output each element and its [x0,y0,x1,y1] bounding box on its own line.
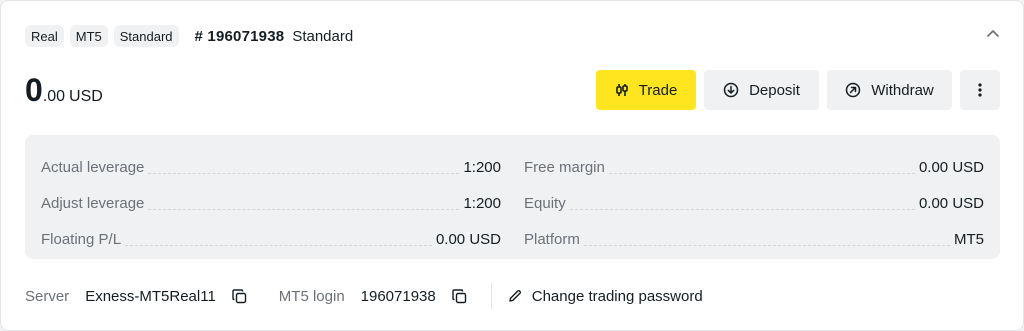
dotted-leader [583,244,950,246]
stat-adjust-leverage[interactable]: Adjust leverage 1:200 [41,185,501,221]
stat-equity: Equity 0.00 USD [524,185,984,221]
collapse-button[interactable] [981,21,1005,45]
more-vertical-icon [978,83,982,97]
more-options-button[interactable] [960,70,1000,110]
change-password-link[interactable]: Change trading password [508,288,703,305]
login-value: 196071938 [360,287,436,305]
stat-value: 0.00 USD [918,194,984,212]
account-stats-panel: Actual leverage 1:200 Adjust leverage 1:… [25,135,1000,259]
pencil-icon [508,289,522,303]
account-footer: Server Exness-MT5Real11 MT5 login 196071… [25,283,703,309]
stat-label: Actual leverage [41,158,145,176]
login-label: MT5 login [278,287,345,305]
dotted-leader [569,208,915,210]
stats-column-right: Free margin 0.00 USD Equity 0.00 USD Pla… [524,149,984,257]
footer-divider [490,283,492,309]
deposit-button[interactable]: Deposit [704,70,819,110]
stat-label: Platform [524,230,580,248]
account-actions: Trade Deposit Withdraw [596,70,1000,110]
dotted-leader [608,172,915,174]
copy-server-button[interactable] [232,288,247,304]
trade-button-label: Trade [638,81,678,99]
candlestick-icon [615,83,629,97]
stat-label: Free margin [524,158,605,176]
balance-integer: 0 [25,72,43,108]
copy-icon [232,288,246,303]
stat-label: Equity [524,194,566,212]
stats-column-left: Actual leverage 1:200 Adjust leverage 1:… [41,149,501,257]
balance-decimal: .00 [42,88,66,105]
trade-button[interactable]: Trade [596,70,696,110]
stat-label: Adjust leverage [41,194,145,212]
dotted-leader [148,172,460,174]
stat-platform: Platform MT5 [524,221,984,257]
dotted-leader [125,244,432,246]
stat-label: Floating P/L [41,230,122,248]
arrow-down-circle-icon [723,82,739,98]
withdraw-button[interactable]: Withdraw [827,70,952,110]
stat-value: 1:200 [463,158,501,176]
account-type: Standard [292,27,354,45]
server-label: Server [25,287,70,305]
stat-free-margin: Free margin 0.00 USD [524,149,984,185]
stat-floating-pl: Floating P/L 0.00 USD [41,221,501,257]
chip-platform: MT5 [69,25,108,47]
account-number: # 196071938 [194,27,285,45]
balance-currency: USD [69,88,103,105]
change-password-label: Change trading password [531,287,703,305]
account-balance: 0 .00 USD [25,71,103,109]
deposit-button-label: Deposit [749,81,800,99]
dotted-leader [148,208,460,210]
server-value: Exness-MT5Real11 [85,287,216,305]
stat-value: 0.00 USD [435,230,501,248]
copy-login-button[interactable] [452,288,467,304]
stat-value: MT5 [954,230,984,248]
arrow-up-right-circle-icon [845,82,861,98]
stat-actual-leverage: Actual leverage 1:200 [41,149,501,185]
stat-value: 1:200 [463,194,501,212]
chip-real: Real [25,25,64,47]
account-card: Real MT5 Standard # 196071938 Standard 0… [0,0,1024,331]
account-header: Real MT5 Standard # 196071938 Standard [25,25,353,47]
chip-account-type: Standard [113,25,179,47]
withdraw-button-label: Withdraw [871,81,934,99]
copy-icon [452,288,466,303]
stat-value: 0.00 USD [918,158,984,176]
chevron-up-icon [987,30,999,37]
